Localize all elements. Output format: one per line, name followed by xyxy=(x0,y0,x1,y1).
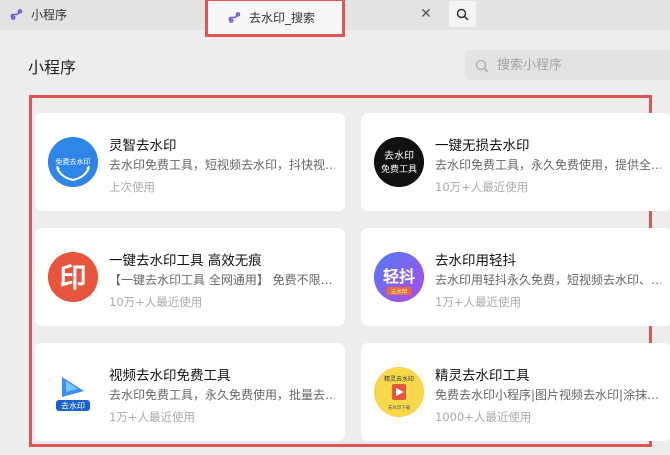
result-card[interactable]: 印 一键去水印工具 高效无痕 【一键去水印工具 全网通用】 免费不限… 10万+… xyxy=(35,228,345,326)
tab-label: 去水印_搜索 xyxy=(249,11,316,25)
result-usage: 上次使用 xyxy=(109,180,155,194)
svg-text:去水印下载: 去水印下载 xyxy=(388,404,411,411)
result-usage: 10万+人最近使用 xyxy=(435,180,529,194)
mini-program-icon xyxy=(10,8,23,21)
svg-text:去水印: 去水印 xyxy=(384,150,414,162)
yin-logo: 印 xyxy=(48,252,98,302)
tab-mini-program[interactable]: 小程序 xyxy=(0,0,205,28)
svg-text:免费去水印: 免费去水印 xyxy=(56,157,91,166)
result-usage: 1万+人最近使用 xyxy=(109,410,195,424)
close-icon[interactable]: ✕ xyxy=(418,6,434,22)
result-desc: 去水印用轻抖永久免费，短视频去水印、… xyxy=(435,273,661,287)
tab-label: 小程序 xyxy=(31,7,68,22)
search-input[interactable] xyxy=(497,57,657,73)
video-watermark-logo: 去水印 xyxy=(48,367,98,417)
result-usage: 1000+人最近使用 xyxy=(435,410,532,424)
svg-text:去水印: 去水印 xyxy=(391,288,408,296)
result-name: 灵智去水印 xyxy=(109,138,177,154)
search-icon xyxy=(456,8,469,21)
result-card[interactable]: 轻抖 去水印 去水印用轻抖 去水印用轻抖永久免费，短视频去水印、… 1万+人最近… xyxy=(361,228,670,326)
result-desc: 去水印免费工具，永久免费使用，批量去… xyxy=(109,388,335,402)
result-card[interactable]: 免费去水印 灵智去水印 去水印免费工具，短视频去水印，抖快视… 上次使用 xyxy=(35,113,345,211)
search-button[interactable] xyxy=(449,1,476,27)
result-name: 一键无损去水印 xyxy=(435,138,530,154)
search-icon xyxy=(475,58,489,73)
result-card[interactable]: 精灵去水印 去水印下载 精灵去水印工具 免费去水印小程序|图片视频去水印|涂抹…… xyxy=(361,343,670,441)
result-desc: 去水印免费工具，短视频去水印，抖快视… xyxy=(109,158,335,172)
result-usage: 1万+人最近使用 xyxy=(435,295,521,309)
svg-text:精灵去水印: 精灵去水印 xyxy=(384,375,414,383)
lingzhi-logo: 免费去水印 xyxy=(48,137,98,187)
result-card[interactable]: 去水印 免费工具 一键无损去水印 去水印免费工具，永久免费使用，提供全… 10万… xyxy=(361,113,670,211)
svg-text:免费工具: 免费工具 xyxy=(381,163,417,175)
tab-bar: 小程序 去水印_搜索 ✕ xyxy=(0,0,670,37)
result-name: 视频去水印免费工具 xyxy=(109,368,231,384)
mini-program-icon xyxy=(228,11,241,24)
watermark-free-logo: 去水印 免费工具 xyxy=(374,137,424,187)
result-desc: 【一键去水印工具 全网通用】 免费不限… xyxy=(109,273,333,287)
result-desc: 免费去水印小程序|图片视频去水印|涂抹… xyxy=(435,388,660,402)
result-name: 一键去水印工具 高效无痕 xyxy=(109,253,262,269)
result-name: 精灵去水印工具 xyxy=(435,368,530,384)
result-desc: 去水印免费工具，永久免费使用，提供全… xyxy=(435,158,661,172)
svg-text:去水印: 去水印 xyxy=(61,401,85,411)
section-title: 小程序 xyxy=(28,58,77,77)
result-usage: 10万+人最近使用 xyxy=(109,295,203,309)
result-name: 去水印用轻抖 xyxy=(435,253,516,269)
mini-program-search[interactable] xyxy=(465,50,670,80)
result-card[interactable]: 去水印 视频去水印免费工具 去水印免费工具，永久免费使用，批量去… 1万+人最近… xyxy=(35,343,345,441)
svg-text:印: 印 xyxy=(60,263,87,294)
jingling-logo: 精灵去水印 去水印下载 xyxy=(374,367,424,417)
tab-search-watermark[interactable]: 去水印_搜索 xyxy=(205,0,345,37)
qingdou-logo: 轻抖 去水印 xyxy=(374,252,424,302)
svg-text:轻抖: 轻抖 xyxy=(383,267,415,286)
